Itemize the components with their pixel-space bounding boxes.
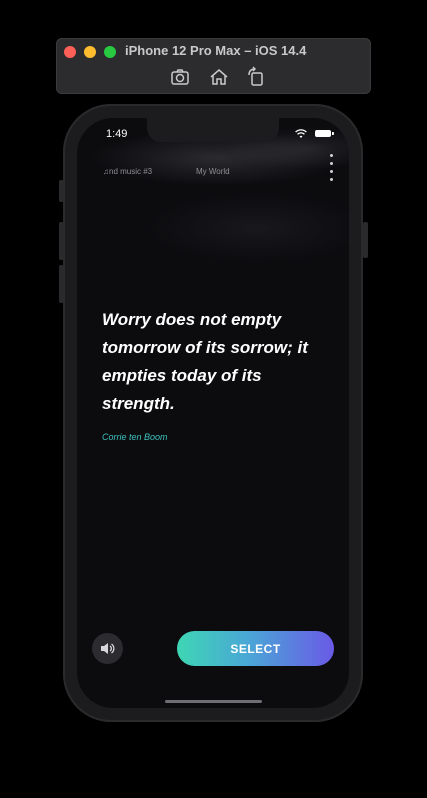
- home-icon[interactable]: [208, 66, 230, 88]
- close-window-button[interactable]: [64, 46, 76, 58]
- power-button: [363, 222, 368, 258]
- quote-text: Worry does not empty tomorrow of its sor…: [102, 310, 308, 413]
- smoke-background: [77, 118, 349, 278]
- battery-icon: [315, 130, 334, 137]
- status-icons: [291, 129, 334, 139]
- status-time: 1:49: [106, 128, 128, 140]
- minimize-window-button[interactable]: [84, 46, 96, 58]
- simulator-title: iPhone 12 Pro Max – iOS 14.4: [125, 43, 307, 58]
- sound-toggle-button[interactable]: [92, 633, 123, 664]
- select-button[interactable]: SELECT: [177, 631, 334, 666]
- nav-my-world-link[interactable]: My World: [196, 167, 230, 176]
- wifi-icon: [295, 129, 307, 138]
- nav-music-link[interactable]: ♫nd music #3: [103, 167, 152, 176]
- vertical-dots-icon[interactable]: [327, 152, 337, 184]
- zoom-window-button[interactable]: [104, 46, 116, 58]
- app-screen: 1:49 ♫nd music #3 My World Worry does no…: [77, 118, 349, 708]
- camera-icon[interactable]: [169, 66, 191, 88]
- home-indicator[interactable]: [165, 700, 262, 703]
- rotate-icon[interactable]: [245, 66, 267, 88]
- speaker-icon: [101, 643, 115, 654]
- device-notch: [147, 118, 279, 142]
- quote-author: Corrie ten Boom: [102, 432, 168, 442]
- simulator-window: iPhone 12 Pro Max – iOS 14.4 1:49 ♫nd mu…: [0, 0, 427, 798]
